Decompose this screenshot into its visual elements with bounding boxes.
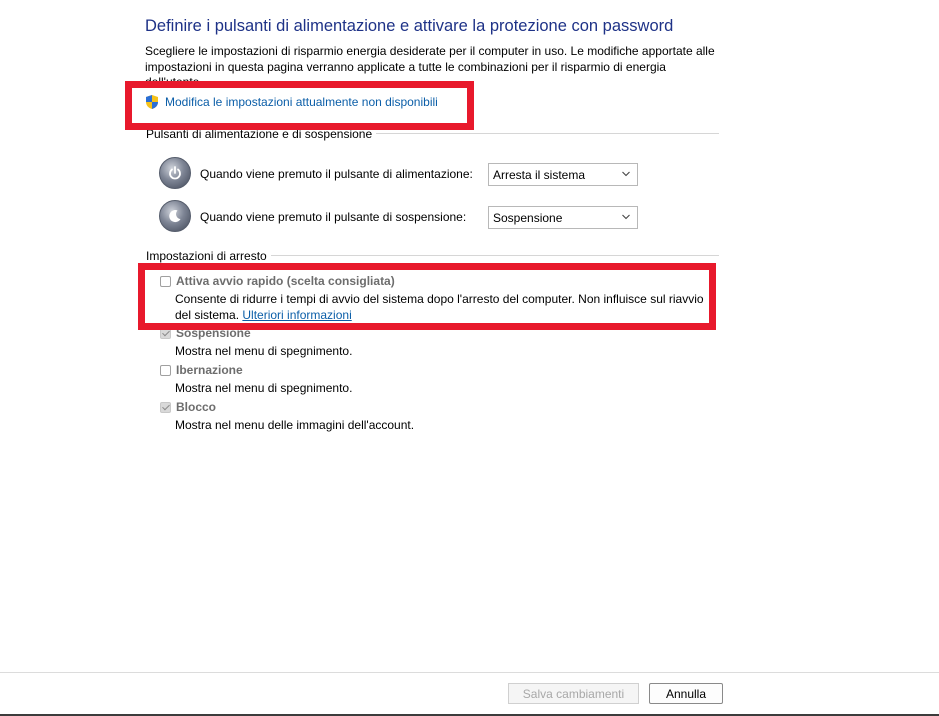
highlight-box (138, 263, 716, 330)
page-title: Definire i pulsanti di alimentazione e a… (145, 17, 674, 35)
hibernate-title: Ibernazione (176, 363, 243, 377)
sleep-description: Mostra nel menu di spegnimento. (175, 344, 353, 358)
sleep-button-action-value: Sospensione (493, 210, 563, 225)
power-button-icon-wrap (159, 157, 191, 189)
sleep-button-label: Quando viene premuto il pulsante di sosp… (200, 210, 467, 224)
chevron-down-icon (622, 171, 630, 177)
sleep-button-icon-wrap (159, 200, 191, 232)
power-button-icon (159, 157, 191, 189)
power-button-action-select[interactable]: Arresta il sistema (488, 163, 638, 186)
lock-description: Mostra nel menu delle immagini dell'acco… (175, 418, 415, 432)
sleep-button-icon (159, 200, 191, 232)
sleep-button-action-select[interactable]: Sospensione (488, 206, 638, 229)
save-changes-button[interactable]: Salva cambiamenti (508, 683, 639, 704)
lock-checkbox[interactable] (160, 402, 171, 413)
hibernate-checkbox[interactable] (160, 365, 171, 376)
highlight-box (125, 81, 474, 130)
chevron-down-icon (622, 214, 630, 220)
page-description: Scegliere le impostazioni di risparmio e… (145, 44, 715, 74)
footer-divider (0, 672, 939, 673)
cancel-button[interactable]: Annulla (649, 683, 723, 704)
shutdown-section-heading: Impostazioni di arresto (146, 249, 271, 263)
hibernate-description: Mostra nel menu di spegnimento. (175, 381, 353, 395)
power-options-page: Definire i pulsanti di alimentazione e a… (0, 0, 939, 716)
power-button-label: Quando viene premuto il pulsante di alim… (200, 167, 473, 181)
lock-title: Blocco (176, 400, 217, 414)
power-button-action-value: Arresta il sistema (493, 167, 586, 182)
